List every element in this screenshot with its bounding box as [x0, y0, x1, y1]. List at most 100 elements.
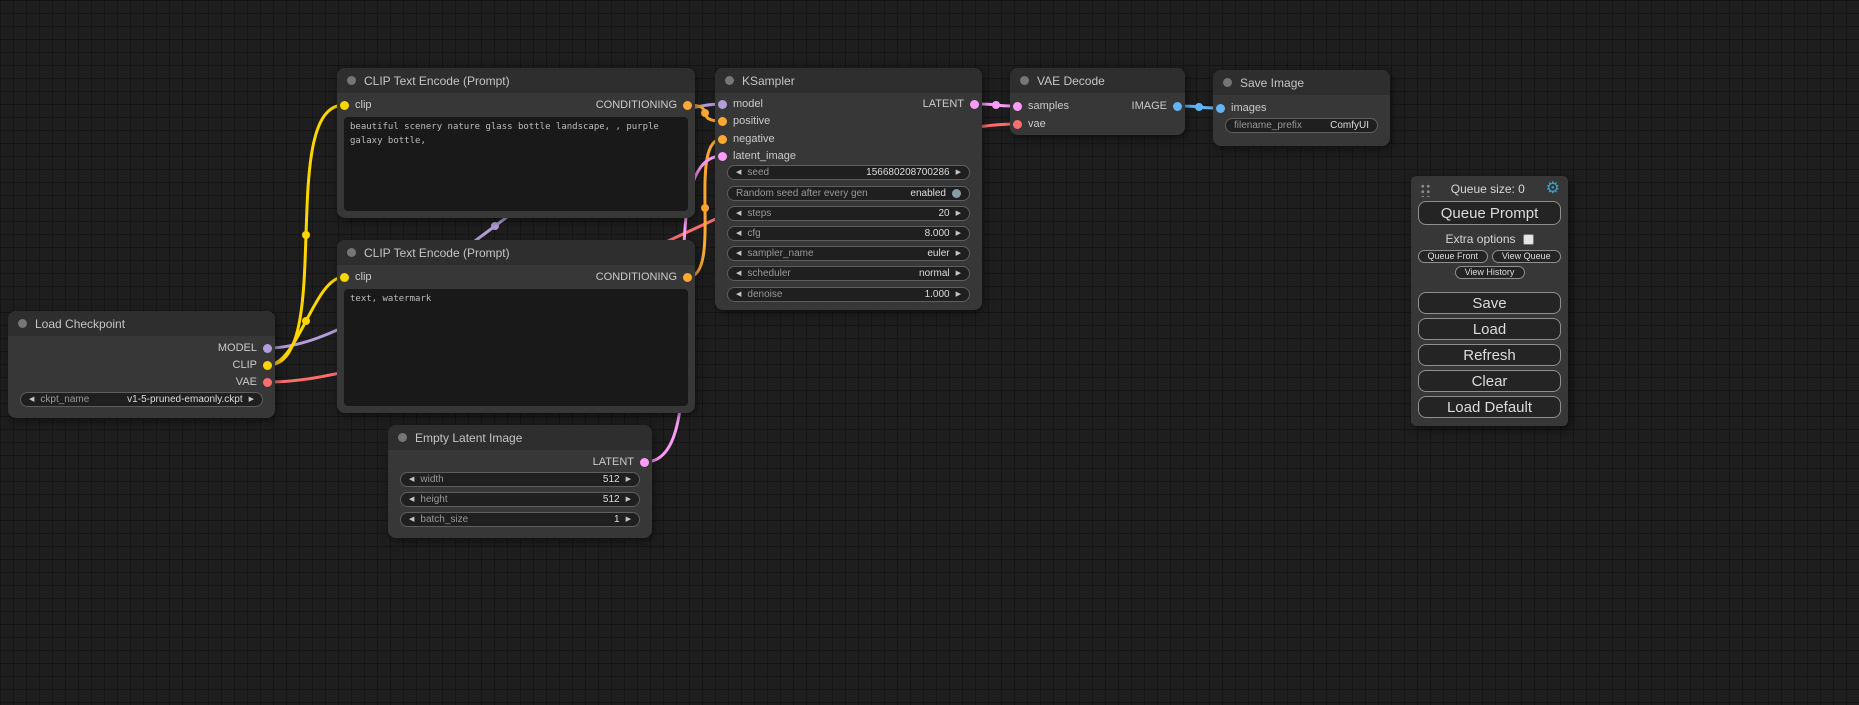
widget-scheduler[interactable]: ◀ scheduler normal ▶: [727, 266, 970, 281]
negative-input-dot[interactable]: [718, 135, 727, 144]
increment-arrow-icon[interactable]: ▶: [626, 476, 631, 483]
image-output-dot[interactable]: [1173, 102, 1182, 111]
save-button[interactable]: Save: [1418, 292, 1561, 314]
load-default-button[interactable]: Load Default: [1418, 396, 1561, 418]
increment-arrow-icon[interactable]: ▶: [956, 230, 961, 237]
widget-seed[interactable]: ◀ seed 156680208700286 ▶: [727, 165, 970, 180]
view-queue-button[interactable]: View Queue: [1492, 250, 1562, 263]
input-slot-vae[interactable]: vae: [1013, 116, 1046, 132]
widget-steps[interactable]: ◀ steps 20 ▶: [727, 206, 970, 221]
decrement-arrow-icon[interactable]: ◀: [736, 250, 741, 257]
node-title-bar[interactable]: CLIP Text Encode (Prompt): [337, 240, 695, 265]
decrement-arrow-icon[interactable]: ◀: [409, 496, 414, 503]
increment-arrow-icon[interactable]: ▶: [249, 396, 254, 403]
clip-output-dot[interactable]: [263, 361, 272, 370]
node-clip-text-encode-positive[interactable]: CLIP Text Encode (Prompt) clip CONDITION…: [337, 68, 695, 218]
increment-arrow-icon[interactable]: ▶: [956, 210, 961, 217]
node-load-checkpoint[interactable]: Load Checkpoint MODEL CLIP VAE ◀ ckpt_na…: [8, 311, 275, 418]
prompt-textarea[interactable]: text, watermark: [344, 289, 688, 406]
input-slot-clip[interactable]: clip: [340, 269, 372, 285]
images-input-dot[interactable]: [1216, 104, 1225, 113]
queue-prompt-button[interactable]: Queue Prompt: [1418, 201, 1561, 225]
increment-arrow-icon[interactable]: ▶: [956, 250, 961, 257]
latent-output-dot[interactable]: [970, 100, 979, 109]
latent-output-dot[interactable]: [640, 458, 649, 467]
widget-height[interactable]: ◀ height 512 ▶: [400, 492, 640, 507]
output-slot-conditioning[interactable]: CONDITIONING: [596, 97, 692, 113]
output-slot-conditioning[interactable]: CONDITIONING: [596, 269, 692, 285]
output-slot-model[interactable]: MODEL: [218, 340, 272, 356]
clear-button[interactable]: Clear: [1418, 370, 1561, 392]
drag-handle-icon[interactable]: [1419, 182, 1430, 197]
toggle-knob[interactable]: [952, 189, 961, 198]
input-slot-negative[interactable]: negative: [718, 131, 775, 147]
widget-width[interactable]: ◀ width 512 ▶: [400, 472, 640, 487]
widget-random-seed-toggle[interactable]: Random seed after every gen enabled: [727, 186, 970, 201]
positive-input-dot[interactable]: [718, 117, 727, 126]
refresh-button[interactable]: Refresh: [1418, 344, 1561, 366]
node-empty-latent-image[interactable]: Empty Latent Image LATENT ◀ width 512 ▶ …: [388, 425, 652, 538]
decrement-arrow-icon[interactable]: ◀: [409, 516, 414, 523]
conditioning-output-dot[interactable]: [683, 273, 692, 282]
increment-arrow-icon[interactable]: ▶: [626, 496, 631, 503]
widget-filename-prefix[interactable]: filename_prefix ComfyUI: [1225, 118, 1378, 133]
input-slot-images[interactable]: images: [1216, 100, 1266, 116]
widget-ckpt-name[interactable]: ◀ ckpt_name v1-5-pruned-emaonly.ckpt ▶: [20, 392, 263, 407]
vae-input-dot[interactable]: [1013, 120, 1022, 129]
node-title-bar[interactable]: CLIP Text Encode (Prompt): [337, 68, 695, 93]
decrement-arrow-icon[interactable]: ◀: [736, 230, 741, 237]
input-slot-positive[interactable]: positive: [718, 113, 770, 129]
input-slot-samples[interactable]: samples: [1013, 98, 1069, 114]
queue-front-button[interactable]: Queue Front: [1418, 250, 1488, 263]
widget-sampler-name[interactable]: ◀ sampler_name euler ▶: [727, 246, 970, 261]
input-slot-model[interactable]: model: [718, 96, 763, 112]
latent-image-input-dot[interactable]: [718, 152, 727, 161]
decrement-arrow-icon[interactable]: ◀: [736, 291, 741, 298]
view-history-button[interactable]: View History: [1455, 266, 1525, 279]
clip-input-dot[interactable]: [340, 101, 349, 110]
node-save-image[interactable]: Save Image images filename_prefix ComfyU…: [1213, 70, 1390, 146]
queue-size-label: Queue size: 0: [1434, 182, 1542, 196]
slot-label: LATENT: [923, 98, 964, 110]
increment-arrow-icon[interactable]: ▶: [956, 169, 961, 176]
node-title-bar[interactable]: Load Checkpoint: [8, 311, 275, 336]
model-input-dot[interactable]: [718, 100, 727, 109]
clip-input-dot[interactable]: [340, 273, 349, 282]
conditioning-output-dot[interactable]: [683, 101, 692, 110]
widget-denoise[interactable]: ◀ denoise 1.000 ▶: [727, 287, 970, 302]
model-output-dot[interactable]: [263, 344, 272, 353]
output-slot-latent[interactable]: LATENT: [593, 454, 649, 470]
samples-input-dot[interactable]: [1013, 102, 1022, 111]
output-slot-clip[interactable]: CLIP: [233, 357, 272, 373]
settings-gear-icon[interactable]: ⚙: [1546, 181, 1560, 197]
decrement-arrow-icon[interactable]: ◀: [736, 169, 741, 176]
widget-value: ComfyUI: [1330, 120, 1369, 131]
load-button[interactable]: Load: [1418, 318, 1561, 340]
node-title-bar[interactable]: Empty Latent Image: [388, 425, 652, 450]
node-ksampler[interactable]: KSampler model positive negative latent_…: [715, 68, 982, 310]
node-vae-decode[interactable]: VAE Decode samples vae IMAGE: [1010, 68, 1185, 135]
decrement-arrow-icon[interactable]: ◀: [736, 270, 741, 277]
extra-options-checkbox[interactable]: [1523, 234, 1534, 245]
increment-arrow-icon[interactable]: ▶: [626, 516, 631, 523]
output-slot-latent[interactable]: LATENT: [923, 96, 979, 112]
prompt-textarea[interactable]: beautiful scenery nature glass bottle la…: [344, 117, 688, 211]
decrement-arrow-icon[interactable]: ◀: [736, 210, 741, 217]
widget-name: ckpt_name: [40, 394, 89, 405]
comfyui-node-graph-canvas[interactable]: { "colors": { "MODEL": "#B39DDB", "CLIP"…: [0, 0, 1859, 705]
output-slot-vae[interactable]: VAE: [236, 374, 272, 390]
increment-arrow-icon[interactable]: ▶: [956, 270, 961, 277]
widget-cfg[interactable]: ◀ cfg 8.000 ▶: [727, 226, 970, 241]
node-title-bar[interactable]: Save Image: [1213, 70, 1390, 95]
decrement-arrow-icon[interactable]: ◀: [29, 396, 34, 403]
input-slot-latent-image[interactable]: latent_image: [718, 148, 796, 164]
increment-arrow-icon[interactable]: ▶: [956, 291, 961, 298]
vae-output-dot[interactable]: [263, 378, 272, 387]
output-slot-image[interactable]: IMAGE: [1132, 98, 1182, 114]
node-title-bar[interactable]: KSampler: [715, 68, 982, 93]
node-clip-text-encode-negative[interactable]: CLIP Text Encode (Prompt) clip CONDITION…: [337, 240, 695, 413]
input-slot-clip[interactable]: clip: [340, 97, 372, 113]
node-title-bar[interactable]: VAE Decode: [1010, 68, 1185, 93]
widget-batch-size[interactable]: ◀ batch_size 1 ▶: [400, 512, 640, 527]
decrement-arrow-icon[interactable]: ◀: [409, 476, 414, 483]
